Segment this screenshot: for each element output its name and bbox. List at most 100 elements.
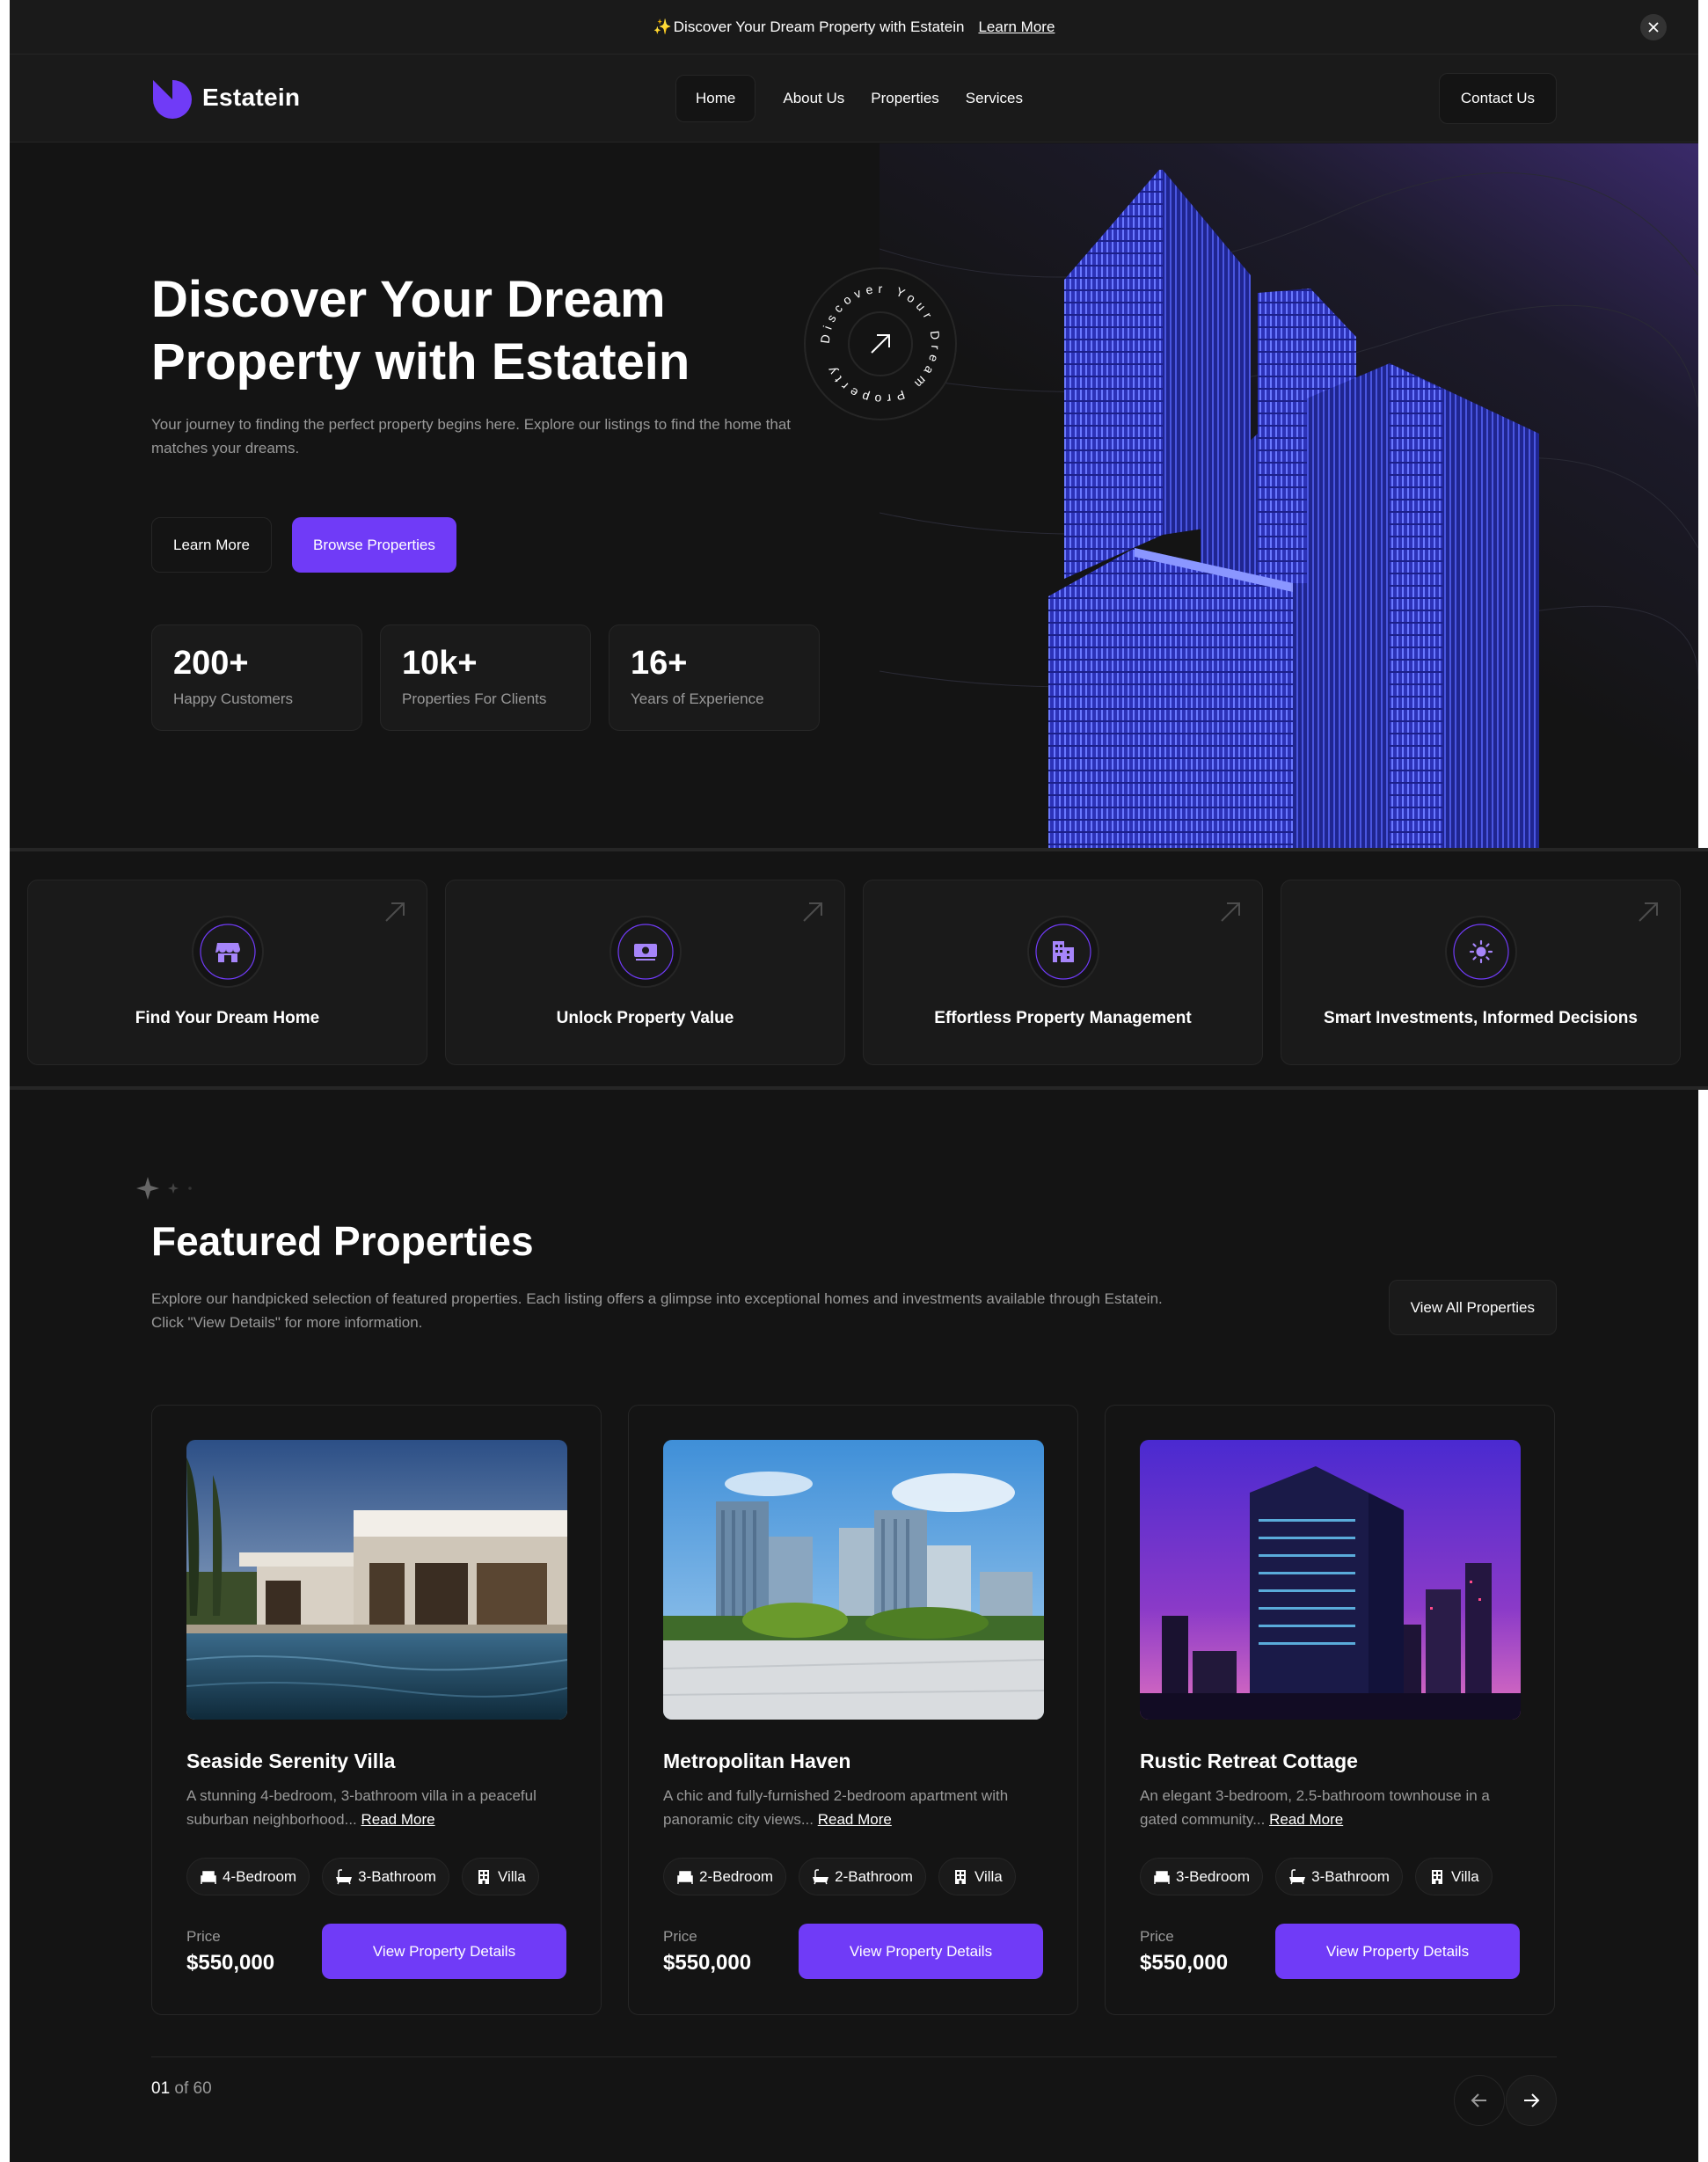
view-all-properties-button[interactable]: View All Properties <box>1388 1280 1557 1335</box>
bedroom-tag: 2-Bedroom <box>663 1858 787 1895</box>
price-value: $550,000 <box>663 1950 752 1975</box>
property-title: Seaside Serenity Villa <box>186 1749 396 1772</box>
stat-label: Years of Experience <box>631 690 764 707</box>
price-label: Price <box>1140 1927 1174 1945</box>
read-more-link[interactable]: Read More <box>818 1811 892 1828</box>
hero-image <box>880 143 1698 848</box>
page: ✨ Discover Your Dream Property with Estat… <box>10 0 1708 2162</box>
price-label: Price <box>663 1927 697 1945</box>
property-image <box>663 1440 1044 1720</box>
type-tag: Villa <box>938 1858 1016 1895</box>
banner-learn-more-link[interactable]: Learn More <box>978 18 1055 36</box>
property-card: Seaside Serenity Villa A stunning 4-bedr… <box>151 1405 602 2015</box>
hero-description: Your journey to finding the perfect prop… <box>151 416 792 457</box>
sun-icon <box>1444 916 1517 988</box>
property-description: A chic and fully-furnished 2-bedroom apa… <box>663 1787 1009 1828</box>
arrow-right-icon <box>1524 2093 1540 2107</box>
cash-icon <box>609 916 682 988</box>
arrow-left-icon <box>1471 2093 1486 2107</box>
feature-card-find-home[interactable]: Find Your Dream Home <box>27 880 427 1065</box>
price-value: $550,000 <box>1140 1950 1229 1975</box>
hero-title: Discover Your Dream Property with Estate… <box>151 271 690 391</box>
property-image <box>1140 1440 1521 1720</box>
property-card: Rustic Retreat Cottage An elegant 3-bedr… <box>1105 1405 1555 2015</box>
stat-card: 200+ Happy Customers <box>151 624 362 731</box>
property-image <box>186 1440 567 1720</box>
section-title: Featured Properties <box>151 1218 534 1264</box>
stat-card: 10k+ Properties For Clients <box>380 624 591 731</box>
close-icon <box>1648 22 1659 33</box>
nav-link-services[interactable]: Services <box>953 75 1036 122</box>
view-property-details-button[interactable]: View Property Details <box>322 1924 566 1979</box>
nav-link-about[interactable]: About Us <box>770 75 858 122</box>
nav-link-home[interactable]: Home <box>675 75 756 122</box>
bedroom-tag: 4-Bedroom <box>186 1858 310 1895</box>
nav-link-properties[interactable]: Properties <box>858 75 952 122</box>
night-tower-photo <box>1140 1440 1521 1720</box>
brand-logo[interactable]: Estatein <box>151 77 300 119</box>
feature-card-property-management[interactable]: Effortless Property Management <box>863 880 1263 1065</box>
view-property-details-button[interactable]: View Property Details <box>1275 1924 1520 1979</box>
bedroom-tag: 3-Bedroom <box>1140 1858 1264 1895</box>
feature-card-unlock-value[interactable]: Unlock Property Value <box>445 880 845 1065</box>
section-description: Explore our handpicked selection of feat… <box>151 1290 1163 1331</box>
arrow-up-right-icon <box>1639 902 1658 922</box>
next-page-button[interactable] <box>1506 2075 1557 2126</box>
feature-card-smart-investments[interactable]: Smart Investments, Informed Decisions <box>1281 880 1681 1065</box>
property-title: Rustic Retreat Cottage <box>1140 1749 1358 1772</box>
property-card: Metropolitan Haven A chic and fully-furn… <box>628 1405 1078 2015</box>
sparkle-decoration-icon <box>136 1177 192 1200</box>
logo-icon <box>153 80 192 119</box>
stat-value: 10k+ <box>402 645 478 682</box>
stat-value: 16+ <box>631 645 688 682</box>
property-description: An elegant 3-bedroom, 2.5-bathroom townh… <box>1140 1787 1490 1828</box>
brand-name: Estatein <box>202 84 301 111</box>
browse-properties-button[interactable]: Browse Properties <box>292 517 456 573</box>
bed-icon <box>1154 1870 1170 1884</box>
stat-value: 200+ <box>173 645 249 682</box>
pager-divider <box>151 2056 1557 2057</box>
bathroom-tag: 3-Bathroom <box>1275 1858 1403 1895</box>
main-navigation: Estatein Home About Us Properties Servic… <box>10 55 1698 142</box>
feature-label: Effortless Property Management <box>934 1009 1192 1027</box>
property-tags: 4-Bedroom 3-Bathroom Villa <box>186 1858 566 1895</box>
building-small-icon <box>478 1869 489 1884</box>
read-more-link[interactable]: Read More <box>1269 1811 1343 1828</box>
arrow-up-right-icon <box>385 902 405 922</box>
price-label: Price <box>186 1927 221 1945</box>
stat-card: 16+ Years of Experience <box>609 624 820 731</box>
property-description: A stunning 4-bedroom, 3-bathroom villa i… <box>186 1787 536 1828</box>
building-small-icon <box>1431 1869 1442 1884</box>
storefront-icon <box>191 916 264 988</box>
villa-photo <box>186 1440 567 1720</box>
previous-page-button[interactable] <box>1454 2075 1505 2126</box>
sparkle-icon: ✨ <box>653 18 672 35</box>
bed-icon <box>201 1870 216 1884</box>
announcement-banner: ✨ Discover Your Dream Property with Estat… <box>10 0 1698 55</box>
type-tag: Villa <box>461 1858 539 1895</box>
price-value: $550,000 <box>186 1950 275 1975</box>
bathtub-icon <box>336 1868 353 1884</box>
banner-text: ✨ Discover Your Dream Property with Estat… <box>653 18 965 35</box>
bathtub-icon <box>1289 1868 1306 1884</box>
property-tags: 3-Bedroom 3-Bathroom Villa <box>1140 1858 1520 1895</box>
stats-row: 200+ Happy Customers 10k+ Properties For… <box>151 624 820 731</box>
stat-label: Happy Customers <box>173 690 294 707</box>
learn-more-button[interactable]: Learn More <box>151 517 272 573</box>
bathtub-icon <box>813 1868 829 1884</box>
page-counter: 01 of 60 <box>151 2079 212 2098</box>
bathroom-tag: 3-Bathroom <box>322 1858 449 1895</box>
circular-badge[interactable]: Discover Your Dream Property ✨ <box>793 255 958 421</box>
circular-text-badge-icon: Discover Your Dream Property ✨ <box>793 255 957 420</box>
contact-us-button[interactable]: Contact Us <box>1438 73 1557 124</box>
banner-close-button[interactable] <box>1640 14 1667 40</box>
type-tag: Villa <box>1414 1858 1493 1895</box>
read-more-link[interactable]: Read More <box>361 1811 435 1828</box>
nav-links: Home About Us Properties Services <box>675 75 1036 122</box>
hero-section: Discover Your Dream Property with Estate… <box>10 143 1698 848</box>
bed-icon <box>677 1870 693 1884</box>
view-property-details-button[interactable]: View Property Details <box>799 1924 1043 1979</box>
features-strip: Find Your Dream Home Unlock Property Val… <box>10 848 1708 1090</box>
stat-label: Properties For Clients <box>402 690 547 707</box>
property-tags: 2-Bedroom 2-Bathroom Villa <box>663 1858 1043 1895</box>
